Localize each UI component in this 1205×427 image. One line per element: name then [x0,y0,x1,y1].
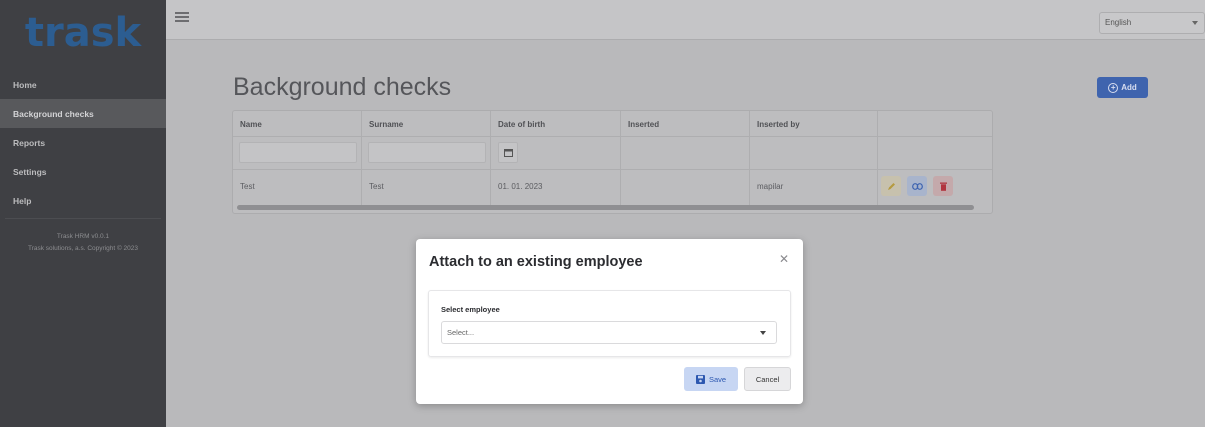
floppy-disk-icon [695,374,705,384]
chevron-down-icon [1192,21,1198,25]
chevron-down-icon [760,331,766,335]
close-icon[interactable]: ✕ [779,252,789,266]
link-icon [911,182,923,190]
column-header-name[interactable]: Name [240,120,262,129]
link-button[interactable] [907,176,927,196]
sidebar-item-background-checks[interactable]: Background checks [0,99,166,128]
trash-icon [939,182,947,191]
plus-circle-icon: + [1108,82,1119,93]
sidebar-divider [5,218,161,219]
footer-version: Trask HRM v0.0.1 [56,233,110,240]
sidebar-item-settings[interactable]: Settings [0,157,166,186]
add-button-label: Add [1121,83,1137,92]
header-divider [233,136,992,137]
logo[interactable]: trask [0,0,166,65]
column-header-surname[interactable]: Surname [369,120,403,129]
pencil-icon [887,182,895,190]
language-value: English [1105,18,1132,27]
sidebar-footer: Trask HRM v0.0.1 Trask solutions, a.s. C… [0,231,166,255]
filter-surname-input[interactable] [368,142,486,163]
sidebar: trask Home Background checks Reports Set… [0,0,166,427]
filter-name-input[interactable] [239,142,357,163]
cell-name: Test [240,182,255,191]
topbar: English [166,0,1205,40]
sidebar-item-help[interactable]: Help [0,186,166,215]
menu-toggle-icon[interactable] [175,12,189,22]
cell-dob: 01. 01. 2023 [498,182,543,191]
delete-button[interactable] [933,176,953,196]
calendar-icon[interactable] [498,142,518,163]
add-button[interactable]: + Add [1097,77,1148,98]
footer-copyright: Trask solutions, a.s. Copyright © 2023 [27,245,139,252]
employee-select-placeholder: Select... [447,328,475,337]
sidebar-item-reports[interactable]: Reports [0,128,166,157]
cancel-button[interactable]: Cancel [744,367,791,391]
attach-employee-modal: Attach to an existing employee ✕ Select … [416,239,803,404]
select-employee-label: Select employee [441,305,500,314]
horizontal-scrollbar[interactable] [237,205,974,210]
column-header-dob[interactable]: Date of birth [498,120,545,129]
filter-divider [233,169,992,170]
background-checks-table: Name Surname Date of birth Inserted Inse… [232,110,993,214]
logo-text: trask [24,9,142,56]
modal-title: Attach to an existing employee [429,254,643,270]
language-select[interactable]: English [1099,12,1205,34]
cell-surname: Test [369,182,384,191]
column-header-inserted-by[interactable]: Inserted by [757,120,800,129]
save-button-label: Save [708,374,727,384]
employee-select[interactable]: Select... [441,321,777,344]
page-title: Background checks [233,73,452,101]
sidebar-item-home[interactable]: Home [0,70,166,99]
column-header-inserted[interactable]: Inserted [628,120,659,129]
cell-inserted-by: mapilar [757,182,784,191]
modal-form-card: Select employee Select... [428,290,791,357]
save-button[interactable]: Save [684,367,738,391]
edit-button[interactable] [881,176,901,196]
